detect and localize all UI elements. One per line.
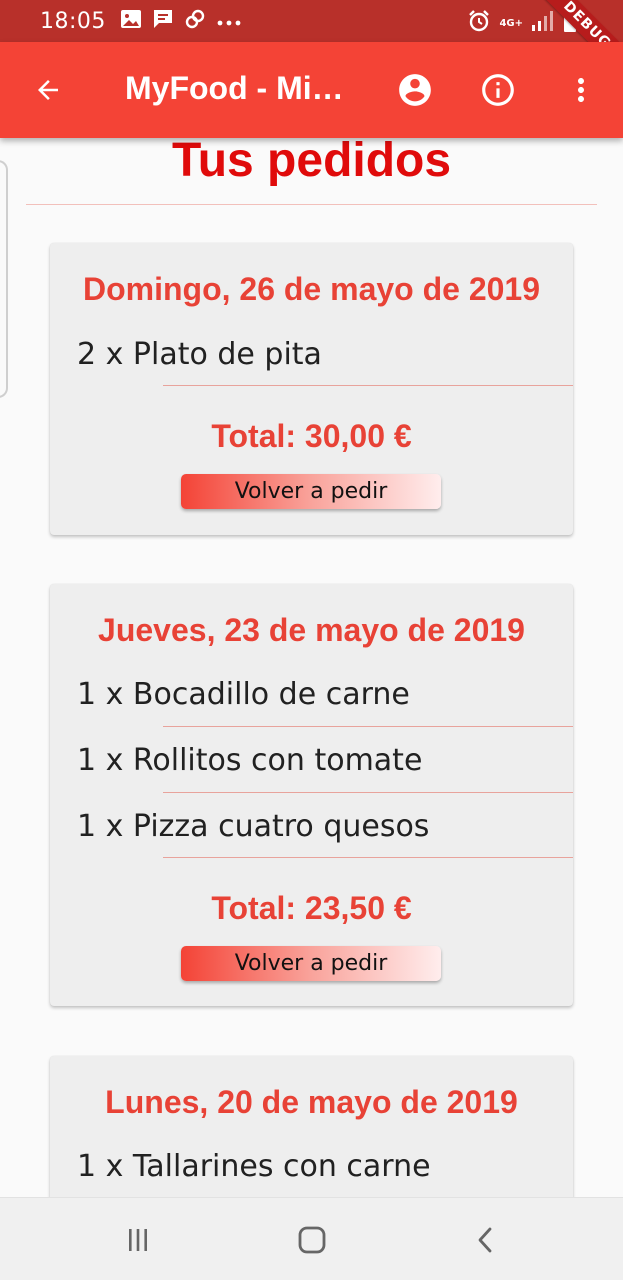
order-card: Domingo, 26 de mayo de 2019 2 x Plato de… (50, 243, 573, 535)
recent-apps-icon[interactable] (118, 1220, 158, 1260)
alarm-icon (467, 9, 491, 37)
order-date: Domingo, 26 de mayo de 2019 (82, 271, 541, 307)
order-item: 1 x Bocadillo de carne (77, 677, 410, 712)
order-total: Total: 23,50 € (211, 890, 412, 926)
more-icon (216, 12, 242, 31)
back-icon[interactable] (466, 1220, 506, 1260)
order-item: 2 x Plato de pita (77, 337, 322, 372)
order-item: 1 x Rollitos con tomate (77, 743, 423, 778)
item-divider (163, 726, 573, 727)
status-time: 18:05 (40, 8, 106, 34)
reorder-button[interactable]: Volver a pedir (181, 474, 441, 509)
network-type: 4G+ (499, 17, 523, 29)
notification-icons (120, 8, 242, 34)
reorder-button[interactable]: Volver a pedir (181, 946, 441, 981)
app-bar: MyFood - Mi… (0, 42, 623, 138)
back-arrow-icon[interactable] (30, 72, 66, 108)
item-divider (163, 857, 573, 858)
more-vert-icon[interactable] (561, 70, 601, 110)
order-card: Jueves, 23 de mayo de 2019 1 x Bocadillo… (50, 584, 573, 1006)
app-bar-title: MyFood - Mi… (125, 70, 344, 106)
signal-icon (531, 10, 555, 36)
status-bar: 18:05 4G+ DEBUG (0, 0, 623, 83)
system-nav-bar (0, 1197, 623, 1280)
order-item: 1 x Pizza cuatro quesos (77, 809, 430, 844)
account-circle-icon[interactable] (395, 70, 435, 110)
order-item: 1 x Tallarines con carne (77, 1149, 431, 1184)
order-date: Lunes, 20 de mayo de 2019 (105, 1084, 518, 1120)
item-divider (163, 792, 573, 793)
drawer-handle[interactable] (0, 160, 8, 398)
image-icon (120, 9, 142, 33)
home-icon[interactable] (292, 1220, 332, 1260)
link-icon (184, 8, 206, 34)
order-card: Lunes, 20 de mayo de 2019 1 x Tallarines… (50, 1056, 573, 1197)
chat-icon (152, 8, 174, 34)
item-divider (163, 385, 573, 386)
order-total: Total: 30,00 € (211, 418, 412, 454)
title-divider (26, 204, 597, 205)
orders-content[interactable]: Tus pedidos Domingo, 26 de mayo de 2019 … (0, 138, 623, 1197)
page-title: Tus pedidos (171, 138, 452, 187)
info-icon[interactable] (478, 70, 518, 110)
order-date: Jueves, 23 de mayo de 2019 (98, 612, 525, 648)
